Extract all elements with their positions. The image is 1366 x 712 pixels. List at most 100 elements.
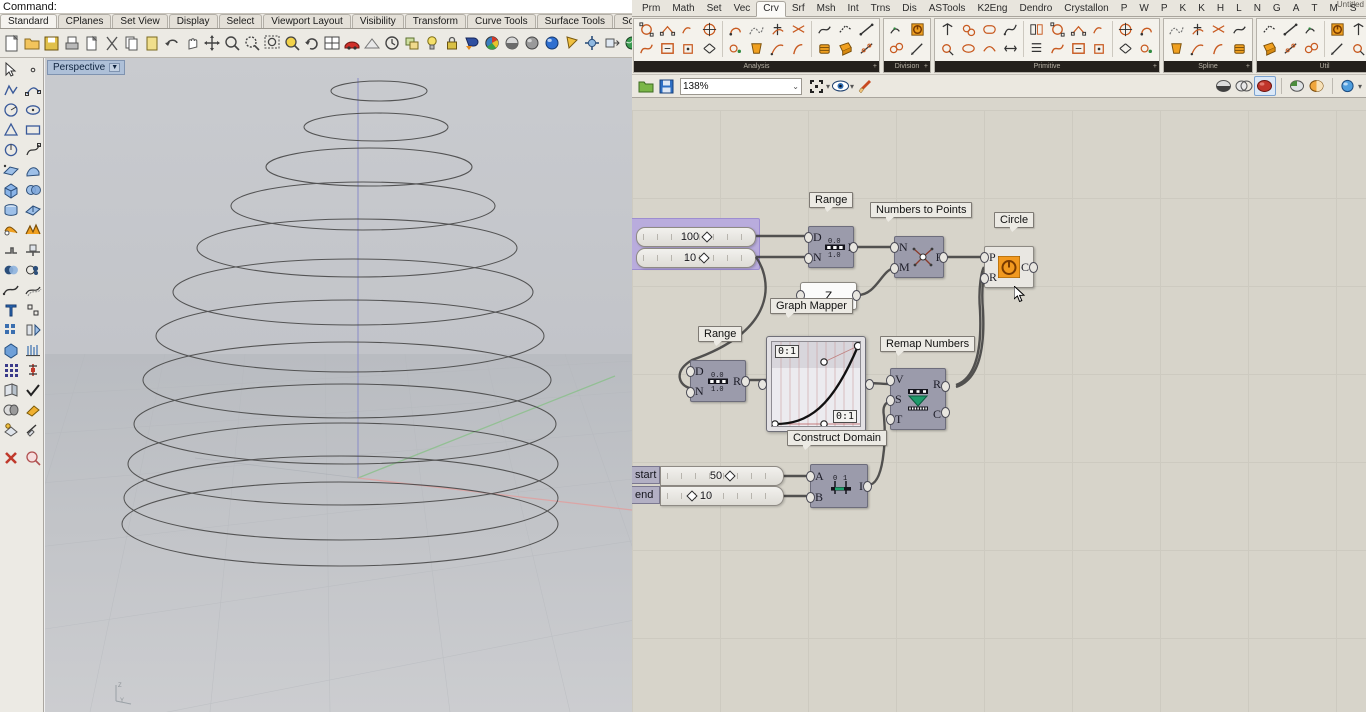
undo-icon[interactable] xyxy=(163,33,181,53)
output-nub[interactable] xyxy=(941,381,950,392)
shaded-sphere-icon[interactable] xyxy=(503,33,521,53)
render-icon[interactable] xyxy=(0,420,22,440)
gh-component-icon-42[interactable] xyxy=(1115,20,1136,39)
gh-component-icon-39[interactable] xyxy=(1068,39,1089,58)
output-nub[interactable] xyxy=(852,290,861,301)
domain-tag-bottom[interactable]: 0:1 xyxy=(832,410,857,423)
gh-component-icon-31[interactable] xyxy=(979,39,1000,58)
paintbrush-icon[interactable] xyxy=(854,77,874,95)
gh-tab-astools-10[interactable]: ASTools xyxy=(923,2,972,16)
polyline-icon[interactable] xyxy=(0,80,22,100)
print-icon[interactable] xyxy=(63,33,81,53)
number-slider-end[interactable]: 10 xyxy=(660,486,784,506)
boolean-intersection-icon[interactable] xyxy=(22,260,44,280)
rhino-tab-cplanes[interactable]: CPlanes xyxy=(57,14,112,28)
gh-component-icon-7[interactable] xyxy=(699,39,720,58)
layer-state-icon[interactable] xyxy=(403,33,421,53)
gh-component-icon-18[interactable] xyxy=(835,20,856,39)
arc-icon[interactable] xyxy=(0,100,22,120)
gh-tab-h-19[interactable]: H xyxy=(1211,2,1230,16)
slider-handle-diamond[interactable] xyxy=(686,490,698,502)
rhino-viewport-perspective[interactable]: Perspective ▼ Z Y xyxy=(45,58,632,712)
gh-component-icon-47[interactable] xyxy=(1166,39,1187,58)
extrude-surface-icon[interactable] xyxy=(22,200,44,220)
gh-tab-k-18[interactable]: K xyxy=(1192,2,1211,16)
clock-history-icon[interactable] xyxy=(383,33,401,53)
gh-tab-p-16[interactable]: P xyxy=(1155,2,1174,16)
copy-icon[interactable] xyxy=(123,33,141,53)
gh-component-icon-33[interactable] xyxy=(1000,39,1021,58)
gh-tab-crv-4[interactable]: Crv xyxy=(756,1,786,17)
surface-loft-icon[interactable] xyxy=(22,160,44,180)
cut-icon[interactable] xyxy=(103,33,121,53)
graph-plot[interactable]: 0:1 0:1 xyxy=(771,341,861,427)
gh-component-icon-45[interactable] xyxy=(1136,39,1157,58)
component-range-2[interactable]: D N 0.0 1.0 R xyxy=(686,360,750,402)
component-construct-domain[interactable]: A B 0 1 I xyxy=(806,464,872,508)
gh-component-icon-43[interactable] xyxy=(1115,39,1136,58)
gh-component-icon-14[interactable] xyxy=(788,20,809,39)
grasshopper-canvas[interactable]: 100 10 Range D N 0.0 1.0 Numbers to Poin… xyxy=(632,110,1366,712)
gh-component-icon-26[interactable] xyxy=(937,20,958,39)
move-icon[interactable] xyxy=(203,33,221,53)
gh-component-icon-32[interactable] xyxy=(1000,20,1021,39)
gh-component-icon-2[interactable] xyxy=(657,20,678,39)
output-nub[interactable] xyxy=(849,242,858,253)
rotate-view-icon[interactable] xyxy=(303,33,321,53)
gh-tab-set-2[interactable]: Set xyxy=(701,2,728,16)
cylinder-icon[interactable] xyxy=(0,200,22,220)
input-nub[interactable] xyxy=(686,387,695,398)
gh-component-icon-40[interactable] xyxy=(1089,20,1110,39)
gh-component-icon-3[interactable] xyxy=(657,39,678,58)
gh-component-icon-63[interactable] xyxy=(1348,39,1366,58)
text-icon[interactable] xyxy=(0,300,22,320)
gh-tab-n-21[interactable]: N xyxy=(1248,2,1267,16)
split-icon[interactable] xyxy=(22,240,44,260)
gh-component-icon-53[interactable] xyxy=(1229,39,1250,58)
freeform-curve-icon[interactable] xyxy=(22,140,44,160)
gh-component-icon-58[interactable] xyxy=(1301,20,1322,39)
zoom-extents-icon[interactable] xyxy=(263,33,281,53)
rhino-tab-standard[interactable]: Standard xyxy=(0,14,57,28)
input-nub[interactable] xyxy=(806,471,815,482)
input-nub[interactable] xyxy=(758,379,767,390)
gh-tab-dendro-12[interactable]: Dendro xyxy=(1013,2,1058,16)
render-mesh-icon[interactable] xyxy=(0,400,22,420)
render-color-icon[interactable] xyxy=(463,33,481,53)
gh-tab-dis-9[interactable]: Dis xyxy=(896,2,922,16)
circle-icon[interactable] xyxy=(0,140,22,160)
gh-tab-msh-6[interactable]: Msh xyxy=(811,2,842,16)
gh-component-icon-1[interactable] xyxy=(636,39,657,58)
gh-tab-g-22[interactable]: G xyxy=(1267,2,1287,16)
gh-component-icon-28[interactable] xyxy=(958,20,979,39)
gear-options-icon[interactable] xyxy=(583,33,601,53)
gh-tab-vec-3[interactable]: Vec xyxy=(728,2,757,16)
rhino-tab-select[interactable]: Select xyxy=(218,14,263,28)
chevron-down-icon[interactable]: ▾ xyxy=(1358,82,1362,91)
gh-component-icon-60[interactable] xyxy=(1327,20,1348,39)
zoom-icon[interactable] xyxy=(223,33,241,53)
slider-handle-diamond[interactable] xyxy=(698,252,710,264)
gh-component-icon-22[interactable] xyxy=(886,20,907,39)
output-nub[interactable] xyxy=(941,407,950,418)
named-cplane-icon[interactable] xyxy=(603,33,621,53)
gh-component-icon-8[interactable] xyxy=(725,20,746,39)
output-nub[interactable] xyxy=(741,376,750,387)
gh-component-icon-21[interactable] xyxy=(856,39,877,58)
gh-component-icon-13[interactable] xyxy=(767,39,788,58)
open-folder-icon[interactable] xyxy=(23,33,41,53)
output-nub[interactable] xyxy=(865,379,874,390)
gh-tab-l-20[interactable]: L xyxy=(1230,2,1248,16)
mirror-icon[interactable] xyxy=(22,320,44,340)
panel-expand-icon[interactable]: + xyxy=(1153,61,1157,72)
input-nub[interactable] xyxy=(890,242,899,253)
gh-tab-k2eng-11[interactable]: K2Eng xyxy=(971,2,1013,16)
panel-expand-icon[interactable]: + xyxy=(924,61,928,72)
fillet-icon[interactable] xyxy=(22,220,44,240)
gh-component-icon-9[interactable] xyxy=(725,39,746,58)
mesh-tools-icon[interactable] xyxy=(22,340,44,360)
slider-name-end[interactable]: end xyxy=(632,486,660,504)
gh-tab-trns-8[interactable]: Trns xyxy=(865,2,897,16)
gh-component-icon-51[interactable] xyxy=(1208,39,1229,58)
gh-component-icon-10[interactable] xyxy=(746,20,767,39)
